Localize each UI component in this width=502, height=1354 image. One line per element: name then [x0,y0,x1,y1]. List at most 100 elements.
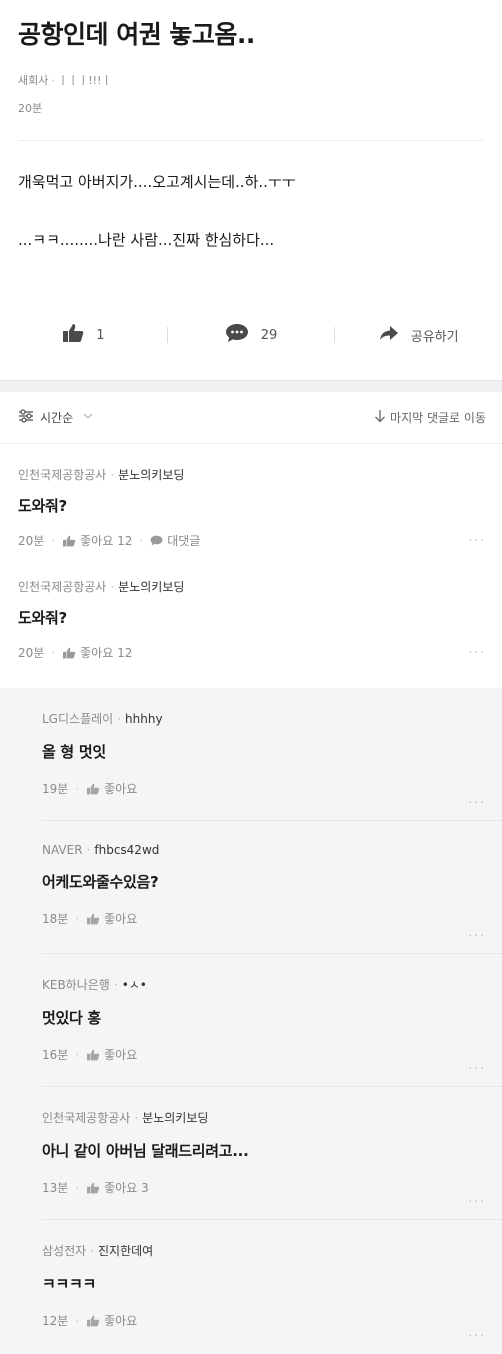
reply-nick: fhbcs42wd [94,843,160,857]
more-options-icon[interactable]: ... [469,1058,486,1072]
comment-like-button[interactable]: 좋아요 12 [62,644,132,661]
reply-list: LG디스플레이 · hhhhy 올 형 멋잇 19분 · 좋아요 ... NAVER ·… [0,688,502,1354]
more-options-icon[interactable]: ... [469,925,486,939]
thumbs-up-icon [62,323,84,347]
post-divider [18,140,484,141]
comment-nick: 분노의키보딩 [118,580,185,594]
comment-item: 인천국제공항공사 · 분노의키보딩 도와줘? 20분 · 좋아요 12 ... [0,558,502,670]
more-options-icon[interactable]: ... [469,792,486,806]
comment-nick: 분노의키보딩 [118,468,185,482]
comment-footer: 20분 · 좋아요 12 [18,644,133,661]
thumbs-up-icon [86,783,100,795]
reply-likes: 좋아요 [104,912,138,926]
jump-to-last-comment-button[interactable]: 마지막 댓글로 이동 [374,409,486,426]
reply-author[interactable]: 삼성전자 · 진지한데여 [42,1242,486,1259]
reply-label: 대댓글 [167,534,201,548]
reply-text: 아니 같이 아버님 달래드리려고... [42,1142,249,1160]
reply-company: KEB하나은행 [42,978,110,992]
reply-like-button[interactable]: 좋아요 [86,910,137,927]
comment-item: 인천국제공항공사 · 분노의키보딩 도와줘? 20분 · 좋아요 12 · 대댓글 .… [0,446,502,558]
reply-footer: 12분 · 좋아요 [42,1312,138,1329]
reply-company: 삼성전자 [42,1244,87,1258]
reply-time: 12분 [42,1314,69,1328]
more-options-icon[interactable]: ... [469,1191,486,1205]
reply-text: 올 형 멋잇 [42,743,106,761]
comment-likes: 좋아요 12 [80,534,133,548]
reply-author[interactable]: 인천국제공항공사 · 분노의키보딩 [42,1109,486,1126]
reply-like-button[interactable]: 좋아요 [86,1312,137,1329]
jump-label: 마지막 댓글로 이동 [390,411,486,425]
reply-like-button[interactable]: 좋아요 [86,780,137,797]
comment-company: 인천국제공항공사 [18,468,107,482]
reply-button[interactable]: 대댓글 [150,532,200,549]
thumbs-up-icon [86,1182,100,1194]
reply-nick: 분노의키보딩 [142,1111,209,1125]
comment-text: 도와줘? [18,497,67,515]
reply-item: LG디스플레이 · hhhhy 올 형 멋잇 19분 · 좋아요 ... [42,688,502,821]
sort-icon [18,409,34,426]
chevron-down-icon [83,412,93,423]
share-button[interactable]: 공유하기 [335,325,502,345]
reply-time: 16분 [42,1048,69,1062]
reply-likes: 좋아요 [104,1048,138,1062]
reply-footer: 16분 · 좋아요 [42,1046,138,1063]
reply-text: 어케도와줄수있음? [42,873,159,891]
comment-like-button[interactable]: 좋아요 12 [62,532,132,549]
comment-list: 인천국제공항공사 · 분노의키보딩 도와줘? 20분 · 좋아요 12 · 대댓글 .… [0,446,502,670]
reply-item: KEB하나은행 · •ㅅ• 멋있다 홍 16분 · 좋아요 ... [42,954,502,1087]
thumbs-up-icon [86,1049,100,1061]
more-options-icon[interactable]: ... [469,642,486,656]
reply-like-button[interactable]: 좋아요 [86,1046,137,1063]
section-separator [0,380,502,392]
comment-author[interactable]: 인천국제공항공사 · 분노의키보딩 [18,466,486,483]
reply-likes: 좋아요 3 [104,1181,149,1195]
more-options-icon[interactable]: ... [469,530,486,544]
post-company[interactable]: 새회사 [18,74,48,87]
thumbs-up-icon [86,913,100,925]
reply-time: 18분 [42,912,69,926]
reply-text: 멋있다 홍 [42,1009,101,1027]
down-arrow-icon [374,409,386,426]
comment-text: 도와줘? [18,609,67,627]
thumbs-up-icon [62,535,76,547]
comment-sort-bar: 시간순 마지막 댓글로 이동 [0,392,502,444]
post-body: 개욱먹고 아버지가....오고계시는데..하..ㅜㅜ ...ㅋㅋ........… [18,168,484,284]
like-button[interactable]: 1 [0,323,167,347]
reply-nick: hhhhy [125,712,163,726]
reply-text: ㅋㅋㅋㅋ [42,1275,97,1293]
comment-button[interactable]: 29 [168,323,335,347]
thumbs-up-icon [62,647,76,659]
reply-footer: 13분 · 좋아요 3 [42,1179,149,1196]
comment-author[interactable]: 인천국제공항공사 · 분노의키보딩 [18,578,486,595]
reply-author[interactable]: KEB하나은행 · •ㅅ• [42,976,486,993]
comment-likes: 좋아요 12 [80,646,133,660]
reply-author[interactable]: LG디스플레이 · hhhhy [42,710,486,727]
post-author-line: 새회사 · ㅣㅣㅣ!!!ㅣ [18,74,112,87]
reply-item: 삼성전자 · 진지한데여 ㅋㅋㅋㅋ 12분 · 좋아요 ... [42,1220,502,1353]
reply-time: 19분 [42,782,69,796]
share-arrow-icon [379,325,399,345]
more-options-icon[interactable]: ... [469,1325,486,1339]
sort-label: 시간순 [40,411,74,425]
post-body-line: ...ㅋㅋ........나란 사람...진짜 한심하다... [18,231,275,249]
reply-company: 인천국제공항공사 [42,1111,131,1125]
reply-footer: 18분 · 좋아요 [42,910,138,927]
post-body-line: 개욱먹고 아버지가....오고계시는데..하..ㅜㅜ [18,173,296,191]
reply-likes: 좋아요 [104,1314,138,1328]
comment-time: 20분 [18,534,45,548]
like-count: 1 [96,327,105,343]
speech-bubble-icon [150,535,163,546]
post-actions: 1 29 공유하기 [0,318,502,352]
reply-item: NAVER · fhbcs42wd 어케도와줄수있음? 18분 · 좋아요 ... [42,821,502,954]
post-author[interactable]: ㅣㅣㅣ!!!ㅣ [58,74,112,87]
reply-author[interactable]: NAVER · fhbcs42wd [42,843,486,857]
post: 공항인데 여권 놓고옴.. 새회사 · ㅣㅣㅣ!!!ㅣ 20분 개욱먹고 아버지가.… [0,0,502,380]
reply-item: 인천국제공항공사 · 분노의키보딩 아니 같이 아버님 달래드리려고... 13분 ·… [42,1087,502,1220]
reply-like-button[interactable]: 좋아요 3 [86,1179,149,1196]
sort-dropdown[interactable]: 시간순 [18,409,93,426]
comment-footer: 20분 · 좋아요 12 · 대댓글 [18,532,201,549]
speech-bubble-icon [225,323,249,347]
reply-nick: •ㅅ• [121,978,147,992]
reply-time: 13분 [42,1181,69,1195]
post-title: 공항인데 여권 놓고옴.. [18,20,255,49]
